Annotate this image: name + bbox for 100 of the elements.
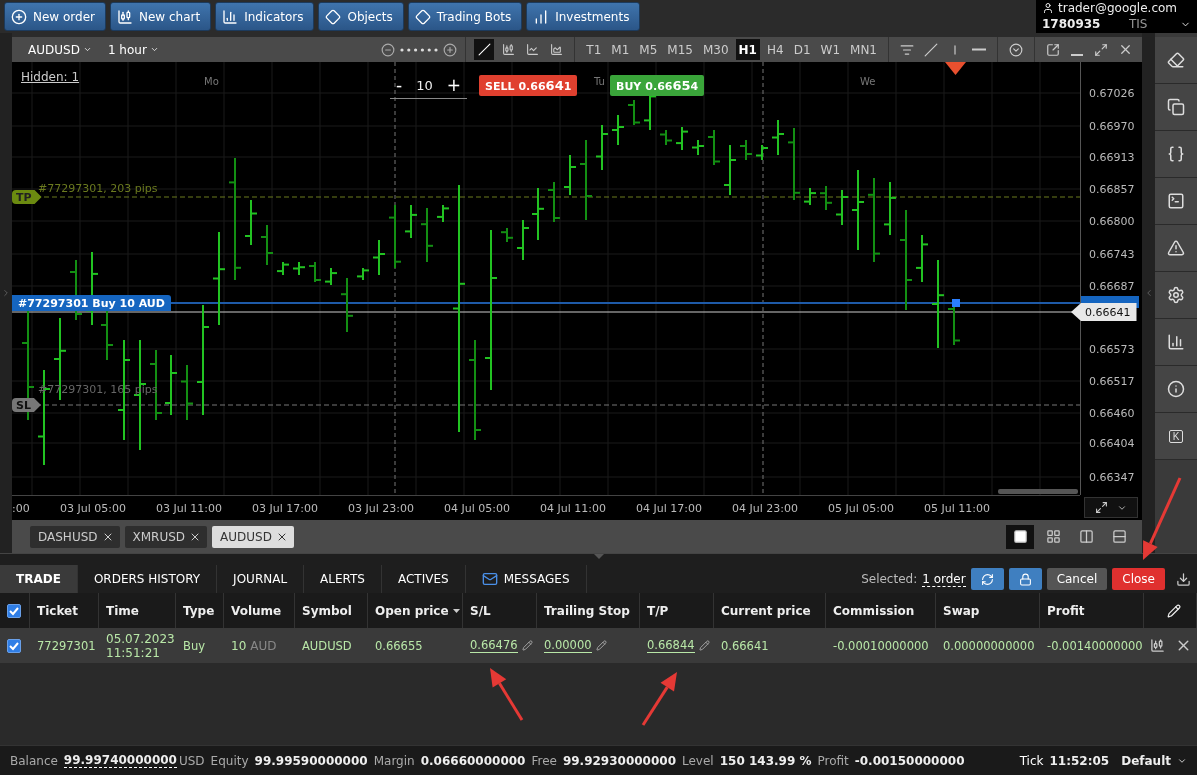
warning-icon bbox=[1167, 239, 1185, 257]
filter-icon bbox=[900, 42, 914, 57]
fit-chart-button[interactable] bbox=[1084, 497, 1138, 518]
sell-button[interactable]: SELL 0.66641 bbox=[479, 75, 578, 96]
quantity-value: 10 bbox=[416, 77, 433, 93]
cancel-button[interactable]: Cancel bbox=[1046, 568, 1108, 590]
column-header[interactable]: Symbol bbox=[295, 593, 368, 628]
timeframe-button[interactable]: M5 bbox=[636, 39, 661, 60]
braces-icon bbox=[1167, 145, 1185, 163]
price-bar bbox=[723, 144, 737, 196]
sidebar-button[interactable] bbox=[1155, 37, 1197, 84]
select-all-checkbox[interactable] bbox=[7, 603, 21, 618]
increase-button[interactable]: + bbox=[446, 75, 461, 95]
toolbar-button[interactable]: New chart bbox=[110, 2, 212, 31]
price-bar bbox=[292, 261, 306, 276]
selected-link[interactable]: 1 order bbox=[922, 571, 966, 587]
price-bar bbox=[340, 277, 354, 333]
status-value: 99.99590000000 bbox=[254, 753, 368, 768]
take-profit-tag[interactable]: TP bbox=[12, 190, 42, 204]
timeframe-button[interactable]: W1 bbox=[817, 39, 844, 60]
diamond-icon bbox=[325, 8, 342, 25]
price-bar bbox=[420, 207, 434, 263]
timeframe-button[interactable]: M15 bbox=[664, 39, 696, 60]
lock-icon bbox=[1018, 572, 1032, 586]
order-marker[interactable] bbox=[952, 299, 960, 307]
time-label: 04 Jul 23:00 bbox=[732, 502, 798, 515]
timeframe-button[interactable]: T1 bbox=[583, 39, 605, 60]
trailing-stop-value[interactable]: 0.00000 bbox=[544, 638, 592, 653]
layout-button[interactable] bbox=[1006, 524, 1034, 549]
refresh-button[interactable] bbox=[970, 568, 1004, 590]
candlestick-icon bbox=[117, 8, 133, 25]
timeframe-button[interactable]: M30 bbox=[699, 39, 732, 60]
panel-tab[interactable]: TRADE bbox=[0, 565, 78, 593]
chart-tab[interactable]: DASHUSD bbox=[30, 525, 120, 548]
timeframe-button[interactable]: D1 bbox=[790, 39, 814, 60]
stop-loss-tag[interactable]: SL bbox=[12, 398, 41, 412]
timeframe-dropdown[interactable]: 1 hour bbox=[101, 42, 165, 57]
order-tag[interactable]: #77297301 Buy 10 AUD bbox=[12, 295, 171, 311]
sidebar-button[interactable] bbox=[1155, 366, 1197, 413]
column-header[interactable]: Current price bbox=[714, 593, 826, 628]
terminal-icon bbox=[1167, 192, 1185, 210]
zoom-in-icon[interactable] bbox=[443, 42, 458, 57]
column-header[interactable]: Type bbox=[176, 593, 224, 628]
time-label: 03 Jul 17:00 bbox=[252, 502, 318, 515]
column-header[interactable]: Ticket bbox=[30, 593, 99, 628]
lock-button[interactable] bbox=[1008, 568, 1042, 590]
column-header[interactable]: Trailing Stop bbox=[537, 593, 640, 628]
timeframe-button[interactable]: H4 bbox=[764, 39, 787, 60]
sidebar-button[interactable] bbox=[1155, 84, 1197, 131]
row-checkbox[interactable] bbox=[7, 638, 21, 653]
sidebar-button[interactable] bbox=[1155, 131, 1197, 178]
sidebar-button[interactable] bbox=[1155, 178, 1197, 225]
column-header[interactable]: T/P bbox=[640, 593, 714, 628]
time-label: :00 bbox=[12, 502, 30, 515]
price-bar bbox=[675, 126, 689, 151]
tick-time: 11:52:05 bbox=[1049, 753, 1110, 768]
bar-chart-icon bbox=[1167, 333, 1185, 351]
close-order-button[interactable]: Close bbox=[1112, 568, 1165, 590]
sidebar-button[interactable] bbox=[1155, 272, 1197, 319]
chart-tab[interactable]: AUDUSD bbox=[212, 525, 294, 548]
price-label: 0.66857 bbox=[1089, 182, 1135, 196]
column-header[interactable]: Time bbox=[99, 593, 176, 628]
quantity-field[interactable]: - 10 + bbox=[390, 74, 467, 99]
zoom-out-icon[interactable] bbox=[381, 42, 396, 57]
sidebar-button[interactable] bbox=[1155, 225, 1197, 272]
toolbar-button[interactable]: Investments bbox=[526, 2, 641, 31]
status-label: Balance bbox=[10, 753, 58, 768]
sidebar-button[interactable]: K bbox=[1155, 413, 1197, 460]
table-cell: -0.00140000000 bbox=[1040, 628, 1144, 663]
toolbar-button[interactable]: Trading Bots bbox=[407, 2, 523, 31]
candlestick-icon[interactable] bbox=[1149, 638, 1165, 653]
column-header[interactable]: Swap bbox=[936, 593, 1040, 628]
price-bar bbox=[356, 267, 370, 281]
column-header[interactable]: Profit bbox=[1040, 593, 1144, 628]
chart-tab[interactable]: XMRUSD bbox=[124, 525, 208, 548]
timeframe-button[interactable]: H1 bbox=[735, 39, 760, 60]
decrease-button[interactable]: - bbox=[396, 75, 403, 95]
sidebar-button[interactable] bbox=[1155, 319, 1197, 366]
table-cell: -0.00010000000 bbox=[826, 628, 936, 663]
price-bar bbox=[516, 219, 530, 261]
timeframe-button[interactable]: M1 bbox=[608, 39, 633, 60]
status-label: Level bbox=[682, 753, 714, 768]
toolbar-button[interactable]: New order bbox=[4, 2, 106, 31]
profile-dropdown[interactable]: Default bbox=[1121, 753, 1171, 768]
status-value: -0.00150000000 bbox=[854, 753, 965, 768]
timeframe-button[interactable]: MN1 bbox=[847, 39, 880, 60]
hidden-link[interactable]: Hidden: 1 bbox=[21, 70, 80, 84]
status-value[interactable]: 99.99740000000 bbox=[63, 753, 177, 768]
column-header[interactable]: Volume bbox=[224, 593, 295, 628]
download-icon[interactable] bbox=[1176, 571, 1191, 587]
toolbar-button[interactable]: Objects bbox=[318, 2, 404, 31]
zoom-slider-icon[interactable] bbox=[399, 47, 440, 52]
scrollbar-thumb[interactable] bbox=[998, 489, 1078, 494]
price-bar bbox=[835, 189, 849, 226]
column-header[interactable]: Open price bbox=[368, 593, 463, 628]
column-header[interactable]: Commission bbox=[826, 593, 936, 628]
symbol-dropdown[interactable]: AUDUSD bbox=[22, 42, 98, 57]
toolbar-button[interactable]: Indicators bbox=[215, 2, 315, 31]
column-header[interactable]: S/L bbox=[463, 593, 537, 628]
chart-type-button[interactable] bbox=[474, 39, 495, 60]
